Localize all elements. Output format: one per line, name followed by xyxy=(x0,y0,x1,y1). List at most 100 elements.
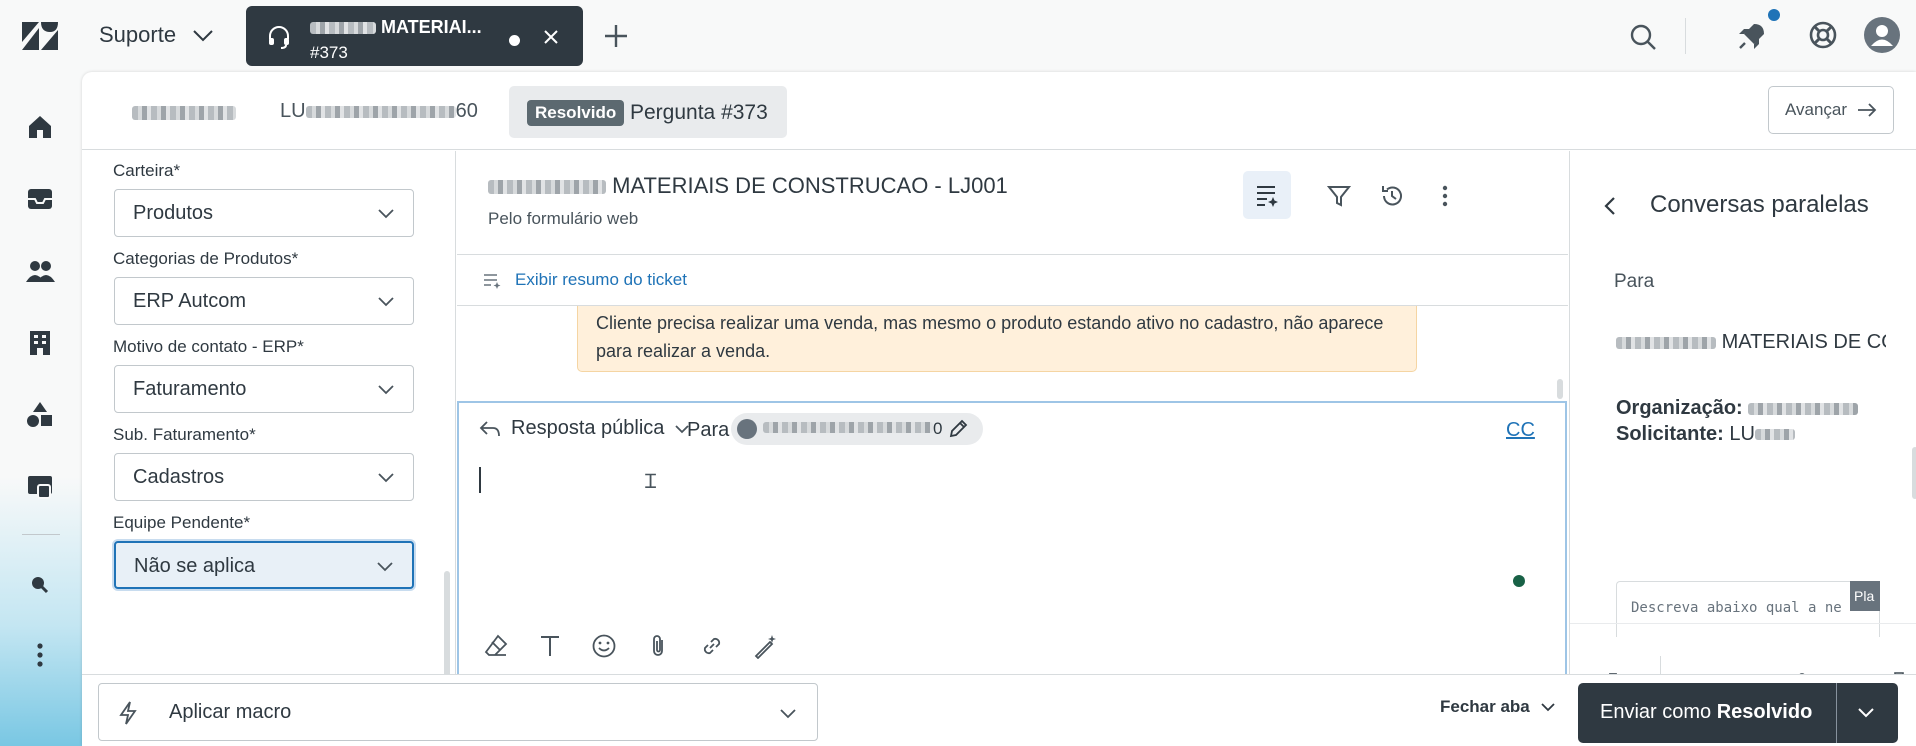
scrollbar[interactable] xyxy=(1912,447,1916,499)
unsaved-dot xyxy=(509,35,520,46)
chevron-down-icon[interactable] xyxy=(1856,705,1876,721)
close-icon[interactable] xyxy=(542,28,560,46)
shapes-icon[interactable] xyxy=(25,400,55,430)
workspace-icon[interactable] xyxy=(25,472,55,502)
recipient-chip[interactable]: 0 xyxy=(731,413,983,445)
product-switcher[interactable]: Suporte xyxy=(99,22,216,48)
select-motivo[interactable]: Faturamento xyxy=(114,365,414,413)
ticket-properties-panel: Carteira* Produtos Categorias de Produto… xyxy=(82,151,456,746)
redacted-text xyxy=(1754,429,1795,441)
paperclip-icon[interactable] xyxy=(645,633,671,659)
tab-title: MATERIAI... xyxy=(310,17,482,38)
chevron-down-icon xyxy=(193,30,213,42)
redacted-text xyxy=(488,180,606,195)
divider xyxy=(22,534,60,535)
zendesk-logo-icon[interactable] xyxy=(20,20,60,52)
chevron-down-icon xyxy=(780,709,796,719)
ticket-channel: Pelo formulário web xyxy=(488,209,639,228)
conversation-panel: MATERIAIS DE CONSTRUCAO - LJ001 Pelo for… xyxy=(457,151,1568,746)
ticket-summary-row: Exibir resumo do ticket xyxy=(457,254,1568,306)
global-header: Suporte MATERIAI... #373 xyxy=(0,0,1916,72)
chevron-down-icon xyxy=(378,209,394,219)
redacted-text xyxy=(1616,336,1716,349)
chevron-down-icon xyxy=(378,473,394,483)
emoji-icon[interactable] xyxy=(591,633,617,659)
plus-icon[interactable] xyxy=(602,22,630,50)
search-icon[interactable] xyxy=(25,570,55,600)
mouse-cursor-icon: Ɪ xyxy=(645,471,657,493)
apply-macro-select[interactable]: Aplicar macro xyxy=(98,683,818,741)
notification-badge xyxy=(1768,9,1780,21)
eraser-icon[interactable] xyxy=(483,633,509,659)
filter-icon[interactable] xyxy=(1326,183,1352,209)
help-lifebuoy-icon[interactable] xyxy=(1808,20,1838,50)
chevron-down-icon xyxy=(1541,703,1555,712)
select-equipe-pendente[interactable]: Não se aplica xyxy=(114,541,414,589)
side-requester: Solicitante: LU xyxy=(1616,423,1795,446)
users-icon[interactable] xyxy=(25,256,55,286)
ticket-footer: Aplicar macro Fechar aba Enviar como Res… xyxy=(82,674,1916,746)
close-tab-option[interactable]: Fechar aba xyxy=(1440,697,1556,717)
inbox-icon[interactable] xyxy=(25,184,55,214)
list-sparkle-icon xyxy=(484,274,501,289)
redacted-text xyxy=(763,422,933,433)
user-icon xyxy=(1871,25,1893,46)
rocket-icon[interactable] xyxy=(1736,20,1768,52)
magic-wand-icon[interactable] xyxy=(753,633,779,659)
ticket-tab-active[interactable]: MATERIAI... #373 xyxy=(246,6,583,66)
side-panel-title: Conversas paralelas xyxy=(1650,191,1869,218)
text-caret[interactable] xyxy=(479,467,481,493)
conversation-summary-toggle[interactable] xyxy=(1243,171,1291,219)
side-organization: Organização: xyxy=(1616,397,1859,420)
breadcrumb-requester[interactable]: LU 60 xyxy=(280,100,478,123)
redacted-text xyxy=(305,105,456,118)
submit-label: Enviar como Resolvido xyxy=(1600,701,1813,723)
to-label: Para xyxy=(687,419,730,441)
submit-button[interactable]: Enviar como Resolvido xyxy=(1578,683,1898,743)
lightning-icon xyxy=(119,701,137,725)
scrollbar[interactable] xyxy=(1557,379,1563,399)
pencil-icon[interactable] xyxy=(947,418,969,440)
product-label: Suporte xyxy=(99,22,177,47)
field-label-carteira: Carteira* xyxy=(113,161,181,180)
list-sparkle-icon xyxy=(1257,186,1278,207)
reply-arrow-icon xyxy=(479,420,500,436)
redacted-text xyxy=(132,105,236,120)
ticket-subject: MATERIAIS DE CONSTRUCAO - LJ001 xyxy=(488,173,1008,199)
more-vertical-icon[interactable] xyxy=(25,640,55,670)
side-message-input[interactable]: Descreva abaixo qual a ne xyxy=(1616,581,1880,637)
chevron-down-icon xyxy=(378,385,394,395)
show-ticket-summary-link[interactable]: Exibir resumo do ticket xyxy=(515,270,687,290)
ticket-workspace: LU 60 Resolvido Pergunta #373 Avançar Car… xyxy=(82,72,1916,746)
search-icon[interactable] xyxy=(1628,22,1658,52)
reply-type-selector[interactable]: Resposta pública xyxy=(479,417,690,440)
select-sub-faturamento[interactable]: Cadastros xyxy=(114,453,414,501)
collaboration-indicator xyxy=(1513,575,1525,587)
chevron-left-icon[interactable] xyxy=(1602,195,1618,217)
side-recipient-name[interactable]: MATERIAIS DE CO xyxy=(1616,331,1886,354)
field-label-sub-faturamento: Sub. Faturamento* xyxy=(113,425,256,444)
user-avatar[interactable] xyxy=(1864,17,1900,53)
field-label-motivo: Motivo de contato - ERP* xyxy=(113,337,304,356)
home-icon[interactable] xyxy=(25,112,55,142)
divider xyxy=(1685,18,1686,54)
cc-link[interactable]: CC xyxy=(1506,419,1535,442)
text-format-icon[interactable] xyxy=(537,633,563,659)
select-categorias[interactable]: ERP Autcom xyxy=(114,277,414,325)
history-icon[interactable] xyxy=(1379,183,1405,209)
select-carteira[interactable]: Produtos xyxy=(114,189,414,237)
ticket-label: Pergunta #373 xyxy=(630,101,768,124)
breadcrumb-organization[interactable] xyxy=(132,104,236,122)
link-icon[interactable] xyxy=(699,633,725,659)
next-ticket-button[interactable]: Avançar xyxy=(1768,86,1894,134)
status-badge: Resolvido xyxy=(527,100,625,126)
more-vertical-icon[interactable] xyxy=(1432,183,1458,209)
divider xyxy=(1836,683,1837,743)
chevron-down-icon xyxy=(377,562,393,572)
field-label-equipe-pendente: Equipe Pendente* xyxy=(113,513,251,532)
field-label-categorias: Categorias de Produtos* xyxy=(113,249,299,268)
organization-icon[interactable] xyxy=(25,328,55,358)
product-nav xyxy=(0,72,82,746)
side-conversations-panel: Conversas paralelas Para MATERIAIS DE CO… xyxy=(1569,151,1916,746)
breadcrumb-ticket[interactable]: Resolvido Pergunta #373 xyxy=(509,86,787,138)
